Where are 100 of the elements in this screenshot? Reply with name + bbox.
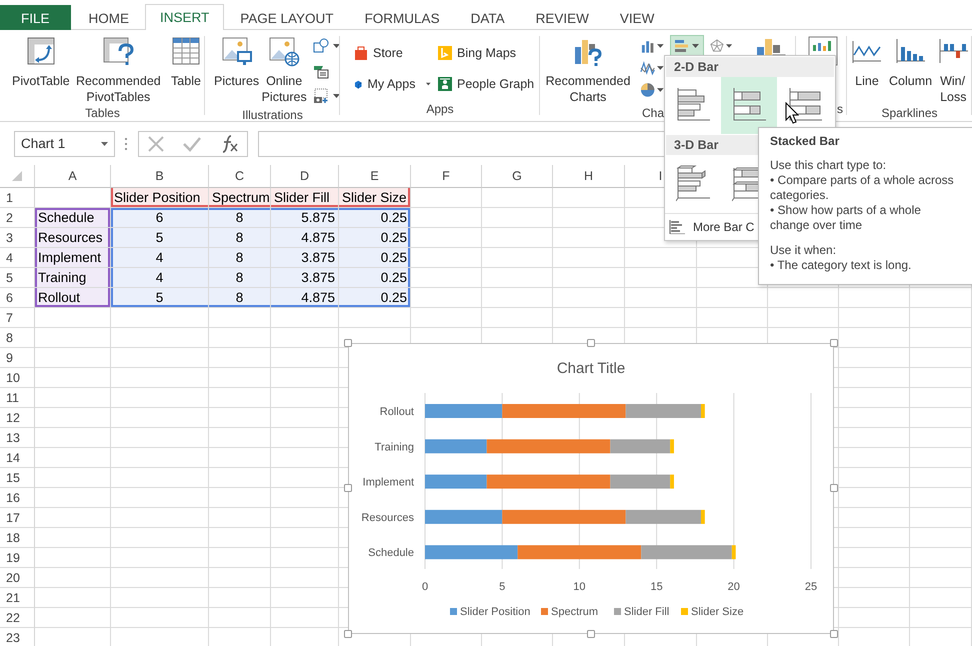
empty-cell bbox=[910, 448, 972, 468]
row-header[interactable]: 22 bbox=[0, 608, 35, 628]
empty-cell bbox=[910, 468, 972, 488]
clustered-3d-bar-icon bbox=[676, 164, 710, 202]
table-cell: Slider Fill bbox=[271, 188, 339, 208]
row-header[interactable]: 11 bbox=[0, 388, 35, 408]
column-chart-icon bbox=[640, 38, 656, 54]
spark-line-button[interactable]: Line bbox=[848, 35, 886, 89]
column-header[interactable]: A bbox=[35, 165, 111, 188]
my-apps-button[interactable]: My Apps bbox=[350, 73, 434, 95]
empty-cell bbox=[910, 408, 972, 428]
caret-icon bbox=[657, 66, 664, 70]
resize-handle[interactable] bbox=[830, 630, 838, 638]
people-graph-button[interactable]: People Graph bbox=[434, 73, 538, 95]
table-cell: Slider Position bbox=[111, 188, 209, 208]
resize-handle[interactable] bbox=[587, 630, 595, 638]
row-header[interactable]: 17 bbox=[0, 508, 35, 528]
axis-tick-label: 25 bbox=[804, 581, 818, 593]
row-header[interactable]: 23 bbox=[0, 628, 35, 646]
online-pictures-button[interactable]: Online Pictures bbox=[262, 35, 306, 105]
win-loss-button[interactable]: Win/Loss bbox=[935, 35, 972, 105]
table-cell: 4.875 bbox=[271, 288, 339, 308]
camera-icon bbox=[313, 88, 330, 104]
row-header[interactable]: 19 bbox=[0, 548, 35, 568]
empty-cell bbox=[553, 228, 625, 248]
resize-handle[interactable] bbox=[587, 339, 595, 347]
tooltip-text: Use it when: bbox=[770, 243, 838, 258]
recommended-pivot-tables-button[interactable]: Recommended PivotTables bbox=[72, 35, 164, 105]
resize-handle[interactable] bbox=[344, 339, 352, 347]
legend-label: Slider Position bbox=[460, 606, 530, 618]
column-header[interactable]: G bbox=[482, 165, 553, 188]
bing-maps-button[interactable]: Bing Maps bbox=[434, 42, 538, 64]
line-chart-icon bbox=[640, 60, 656, 76]
tooltip-text: • Compare parts of a whole across categories. bbox=[770, 173, 955, 203]
bar-chart-icon bbox=[669, 220, 685, 234]
row-header[interactable]: 13 bbox=[0, 428, 35, 448]
shopping-bag-icon bbox=[353, 45, 369, 61]
table-cell: 0.25 bbox=[339, 268, 411, 288]
empty-cell bbox=[910, 308, 972, 328]
ribbon-tab[interactable]: HOME bbox=[74, 6, 144, 30]
resize-handle[interactable] bbox=[830, 339, 838, 347]
group-label: Apps bbox=[426, 101, 454, 118]
legend-label: Slider Size bbox=[691, 606, 744, 618]
row-header[interactable]: 8 bbox=[0, 328, 35, 348]
caret-icon bbox=[657, 88, 664, 92]
table-cell: 4 bbox=[111, 268, 209, 288]
legend-label: Slider Fill bbox=[624, 606, 670, 618]
ribbon-tab[interactable]: VIEW bbox=[604, 6, 670, 30]
row-header[interactable]: 14 bbox=[0, 448, 35, 468]
table-cell: Rollout bbox=[35, 288, 111, 308]
caret-icon bbox=[101, 142, 108, 146]
name-box[interactable]: Chart 1 bbox=[14, 130, 115, 156]
table-cell: 3.875 bbox=[271, 268, 339, 288]
table-cell: 8 bbox=[209, 228, 271, 248]
square-logo-icon bbox=[437, 45, 453, 61]
resize-handle[interactable] bbox=[830, 484, 838, 492]
file-tab[interactable]: FILE bbox=[0, 5, 71, 30]
row-header[interactable]: 10 bbox=[0, 368, 35, 388]
pivot-table-button[interactable]: PivotTable bbox=[9, 35, 73, 89]
resize-handle[interactable] bbox=[344, 484, 352, 492]
empty-cell bbox=[209, 568, 271, 588]
name-box-value: Chart 1 bbox=[21, 136, 66, 151]
row-header[interactable]: 1 bbox=[0, 188, 35, 208]
table-button[interactable]: Table bbox=[164, 35, 205, 89]
row-header[interactable]: 9 bbox=[0, 348, 35, 368]
pointer-icon bbox=[785, 102, 799, 124]
ribbon-tab[interactable]: PAGE LAYOUT bbox=[225, 6, 349, 30]
pictures-button[interactable]: Pictures bbox=[211, 35, 262, 89]
tooltip-text: Use this chart type to: bbox=[770, 158, 888, 173]
ribbon-tab[interactable]: FORMULAS bbox=[350, 6, 455, 30]
resize-handle[interactable] bbox=[344, 630, 352, 638]
ribbon-tab[interactable]: DATA bbox=[456, 6, 520, 30]
recommended-charts-button[interactable]: Recommended Charts bbox=[544, 35, 632, 105]
row-header[interactable]: 18 bbox=[0, 528, 35, 548]
ribbon-tab[interactable]: REVIEW bbox=[520, 6, 604, 30]
store-button[interactable]: Store bbox=[350, 42, 434, 64]
empty-cell bbox=[625, 268, 697, 288]
row-header[interactable]: 21 bbox=[0, 588, 35, 608]
row-header[interactable]: 20 bbox=[0, 568, 35, 588]
column-header[interactable]: H bbox=[553, 165, 625, 188]
spark-column-button[interactable]: Column bbox=[886, 35, 936, 89]
check-icon[interactable] bbox=[182, 136, 202, 152]
table-cell: Slider Size bbox=[339, 188, 411, 208]
column-header[interactable]: F bbox=[411, 165, 482, 188]
group-label: Sparklines bbox=[881, 105, 938, 121]
row-header[interactable]: 15 bbox=[0, 468, 35, 488]
radar-chart-icon bbox=[710, 38, 724, 54]
close-icon[interactable] bbox=[147, 134, 166, 152]
table-arrows-icon bbox=[24, 35, 57, 67]
empty-cell bbox=[209, 468, 271, 488]
row-header[interactable]: 16 bbox=[0, 488, 35, 508]
empty-cell bbox=[209, 368, 271, 388]
chart-type-option[interactable] bbox=[721, 77, 777, 134]
row-header[interactable]: 12 bbox=[0, 408, 35, 428]
group-label: Tables bbox=[85, 105, 120, 121]
chart-type-button[interactable] bbox=[670, 35, 704, 57]
axis-tick-label: 10 bbox=[573, 581, 586, 593]
empty-cell bbox=[910, 508, 972, 528]
row-header[interactable]: 7 bbox=[0, 308, 35, 328]
ribbon-tab[interactable]: INSERT bbox=[145, 4, 224, 30]
